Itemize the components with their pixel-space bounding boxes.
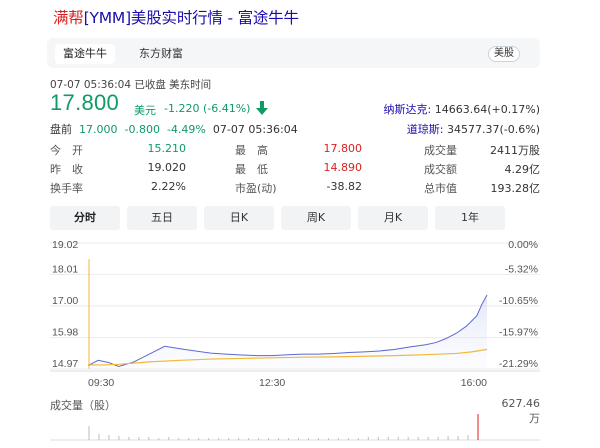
- y-tick-label: 18.01: [52, 263, 78, 275]
- x-tick-label: 12:30: [259, 377, 285, 389]
- pct-tick-label: -15.97%: [499, 327, 538, 339]
- pct-tick-label: 0.00%: [508, 239, 538, 251]
- y-tick-label: 19.02: [52, 239, 78, 251]
- volume-label: 成交量（股）: [50, 399, 116, 412]
- pct-tick-label: -5.32%: [505, 263, 538, 275]
- intraday-chart: 19.02 18.01 17.00 15.98 14.97 0.00% -5.32% -10.…: [50, 239, 540, 441]
- y-tick-label: 17.00: [52, 295, 78, 307]
- pct-tick-label: -10.65%: [499, 295, 538, 307]
- x-tick-label: 09:30: [88, 377, 114, 389]
- pct-tick-label: -21.29%: [499, 358, 538, 370]
- volume-max: 627.46万: [501, 397, 541, 425]
- y-tick-label: 15.98: [52, 327, 78, 339]
- x-tick-label: 16:00: [461, 377, 487, 389]
- y-tick-label: 14.97: [52, 358, 78, 370]
